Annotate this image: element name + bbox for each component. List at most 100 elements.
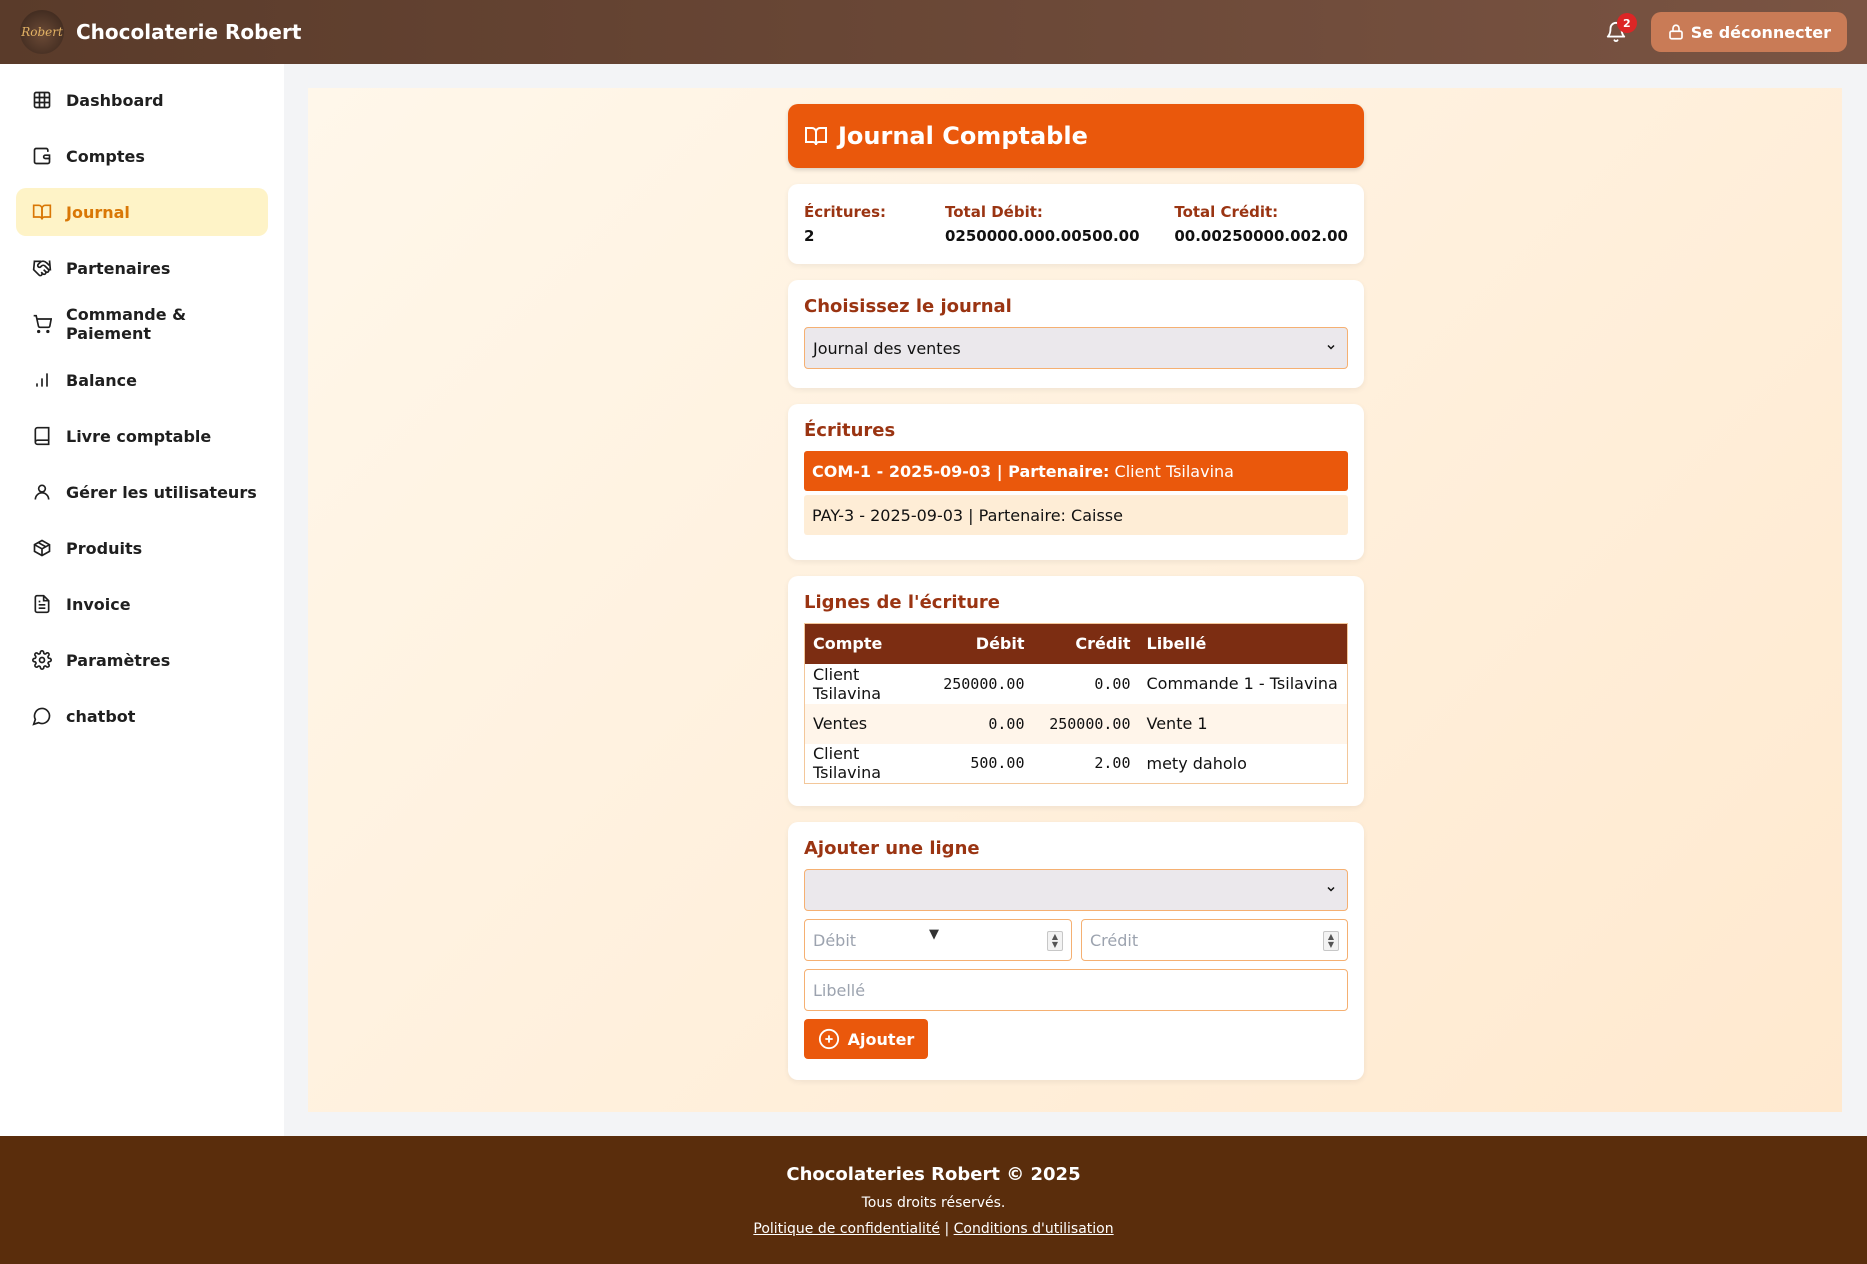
sidebar-item-chatbot[interactable]: chatbot [16, 692, 268, 740]
sidebar-item-label: Balance [66, 370, 137, 390]
credit-stepper[interactable]: ▲ ▼ [1323, 931, 1339, 951]
stepper-down-icon: ▼ [1327, 940, 1335, 949]
debit-stepper[interactable]: ▲ ▼ [1047, 931, 1063, 951]
logout-button[interactable]: Se déconnecter [1650, 12, 1847, 52]
chevron-down-icon [1327, 886, 1335, 892]
book-open-icon [805, 127, 827, 146]
cell-credit: 0.00 [1094, 674, 1131, 693]
logout-label: Se déconnecter [1690, 22, 1831, 42]
journal-select-card: Choisissez le journal Journal des ventes [788, 280, 1364, 388]
sidebar-item-label: Gérer les utilisateurs [66, 482, 257, 502]
book-open-icon [32, 204, 52, 220]
cell-credit: 2.00 [1094, 754, 1131, 773]
column-header-credit: Crédit [1032, 623, 1139, 664]
total-debit-label: Total Débit: [945, 203, 1043, 221]
sidebar-item-journal[interactable]: Journal [16, 188, 268, 236]
table-header-row: Compte Débit Crédit Libellé [804, 623, 1348, 664]
handshake-icon [32, 260, 52, 277]
journal-select-value: Journal des ventes [813, 338, 961, 358]
sidebar-item-produits[interactable]: Produits [16, 524, 268, 572]
amount-inputs-row: Débit ▲ ▼ Crédit ▲ ▼ [804, 919, 1348, 961]
credit-summary: Total Crédit: 00.00250000.002.00 [1174, 203, 1348, 245]
add-line-label: Ajouter [847, 1029, 915, 1049]
entries-count-label: Écritures: [804, 203, 887, 221]
entry-lines-card: Lignes de l'écriture Compte Débit Crédit… [788, 576, 1364, 806]
sidebar-item-partenaires[interactable]: Partenaires [16, 244, 268, 292]
bar-chart-icon [36, 373, 48, 387]
sidebar-item-label: chatbot [66, 706, 136, 726]
credit-placeholder: Crédit [1090, 930, 1139, 950]
sidebar-item-label: Partenaires [66, 258, 171, 278]
notifications-button[interactable]: 2 [1601, 13, 1637, 47]
cell-libelle: mety daholo [1146, 753, 1247, 773]
cart-icon [33, 314, 52, 334]
user-icon [34, 484, 50, 500]
cell-libelle: Commande 1 - Tsilavina [1146, 674, 1338, 693]
sidebar-item-balance[interactable]: Balance [16, 356, 268, 404]
footer-rights: Tous droits réservés. [861, 1195, 1006, 1211]
chevron-down-icon [1327, 344, 1335, 350]
sidebar-item-parametres[interactable]: Paramètres [16, 636, 268, 684]
total-credit-value: 00.00250000.002.00 [1174, 227, 1348, 245]
lock-icon [1668, 24, 1683, 40]
summary-card: Écritures: 2 Total Débit: 0250000.000.00… [788, 184, 1364, 264]
sidebar-item-dashboard[interactable]: Dashboard [16, 76, 268, 124]
page-title: Journal Comptable [838, 122, 1088, 150]
notification-count-badge: 2 [1616, 13, 1637, 33]
app-title: Chocolaterie Robert [76, 20, 302, 44]
sidebar-item-invoice[interactable]: Invoice [16, 580, 268, 628]
footer: Chocolateries Robert © 2025 Tous droits … [0, 1136, 1867, 1264]
entry-item[interactable]: PAY-3 - 2025-09-03 | Partenaire: Caisse [804, 495, 1348, 535]
sidebar-item-comptes[interactable]: Comptes [16, 132, 268, 180]
table-row: Client Tsilavina 250000.00 0.00 Commande… [805, 664, 1348, 704]
footer-brand: Chocolateries Robert © 2025 [786, 1164, 1081, 1185]
footer-links: Politique de confidentialité | Condition… [0, 1221, 1867, 1237]
cell-compte: Client Tsilavina [813, 744, 882, 783]
credit-input[interactable]: Crédit ▲ ▼ [1081, 919, 1348, 961]
footer-separator: | [944, 1221, 950, 1237]
add-line-card: Ajouter une ligne Débit ▲ ▼ Crédit ▲ ▼ Lib… [788, 822, 1364, 1080]
entry-ref: COM-1 - 2025-09-03 | Partenaire: [812, 461, 1110, 481]
sidebar-item-commande-paiement[interactable]: Commande & Paiement [16, 300, 268, 348]
table-row: Ventes 0.00 250000.00 Vente 1 [804, 703, 1348, 744]
entries-summary: Écritures: 2 [804, 203, 945, 245]
sidebar-item-gerer-utilisateurs[interactable]: Gérer les utilisateurs [16, 468, 268, 516]
sidebar-item-label: Comptes [66, 146, 145, 166]
top-right-actions: 2 Se déconnecter [1601, 12, 1847, 52]
entry-lines-title: Lignes de l'écriture [804, 592, 1000, 613]
cell-compte: Client Tsilavina [813, 664, 882, 703]
privacy-policy-link[interactable]: Politique de confidentialité [753, 1221, 940, 1237]
entries-count-value: 2 [804, 227, 815, 245]
cell-debit: 0.00 [988, 714, 1025, 733]
label-input[interactable]: Libellé [804, 969, 1348, 1011]
package-icon [33, 539, 51, 557]
label-placeholder: Libellé [813, 980, 866, 1000]
sidebar-item-label: Journal [66, 202, 130, 222]
terms-link[interactable]: Conditions d'utilisation [954, 1221, 1114, 1237]
main-content: Journal Comptable Écritures: 2 Total Déb… [308, 88, 1842, 1112]
app-logo[interactable]: Robert [20, 10, 64, 54]
debit-summary: Total Débit: 0250000.000.00500.00 [945, 203, 1174, 245]
column-header-compte: Compte [804, 623, 933, 664]
book-icon [34, 426, 50, 446]
sidebar-item-livre-comptable[interactable]: Livre comptable [16, 412, 268, 460]
cell-debit: 500.00 [970, 754, 1025, 773]
stepper-down-icon: ▼ [1051, 940, 1059, 949]
sidebar: Dashboard Comptes Journal Partenaires Co… [0, 64, 284, 1136]
entry-ref: PAY-3 - 2025-09-03 | Partenaire: [812, 505, 1066, 525]
cell-credit: 250000.00 [1049, 714, 1131, 733]
sidebar-item-label: Invoice [66, 594, 131, 614]
journal-select[interactable]: Journal des ventes [804, 327, 1348, 369]
file-icon [34, 594, 50, 614]
account-select[interactable] [804, 869, 1348, 911]
sidebar-item-label: Paramètres [66, 650, 171, 670]
entry-item[interactable]: COM-1 - 2025-09-03 | Partenaire: Client … [804, 451, 1348, 491]
add-line-button[interactable]: Ajouter [804, 1019, 928, 1059]
gear-icon [32, 650, 52, 670]
total-credit-label: Total Crédit: [1174, 203, 1279, 221]
grid-icon [33, 91, 51, 109]
debit-placeholder: Débit [813, 930, 857, 950]
entry-partner: Client Tsilavina [1114, 461, 1234, 481]
cell-debit: 250000.00 [943, 674, 1025, 693]
entries-title: Écritures [804, 420, 896, 441]
